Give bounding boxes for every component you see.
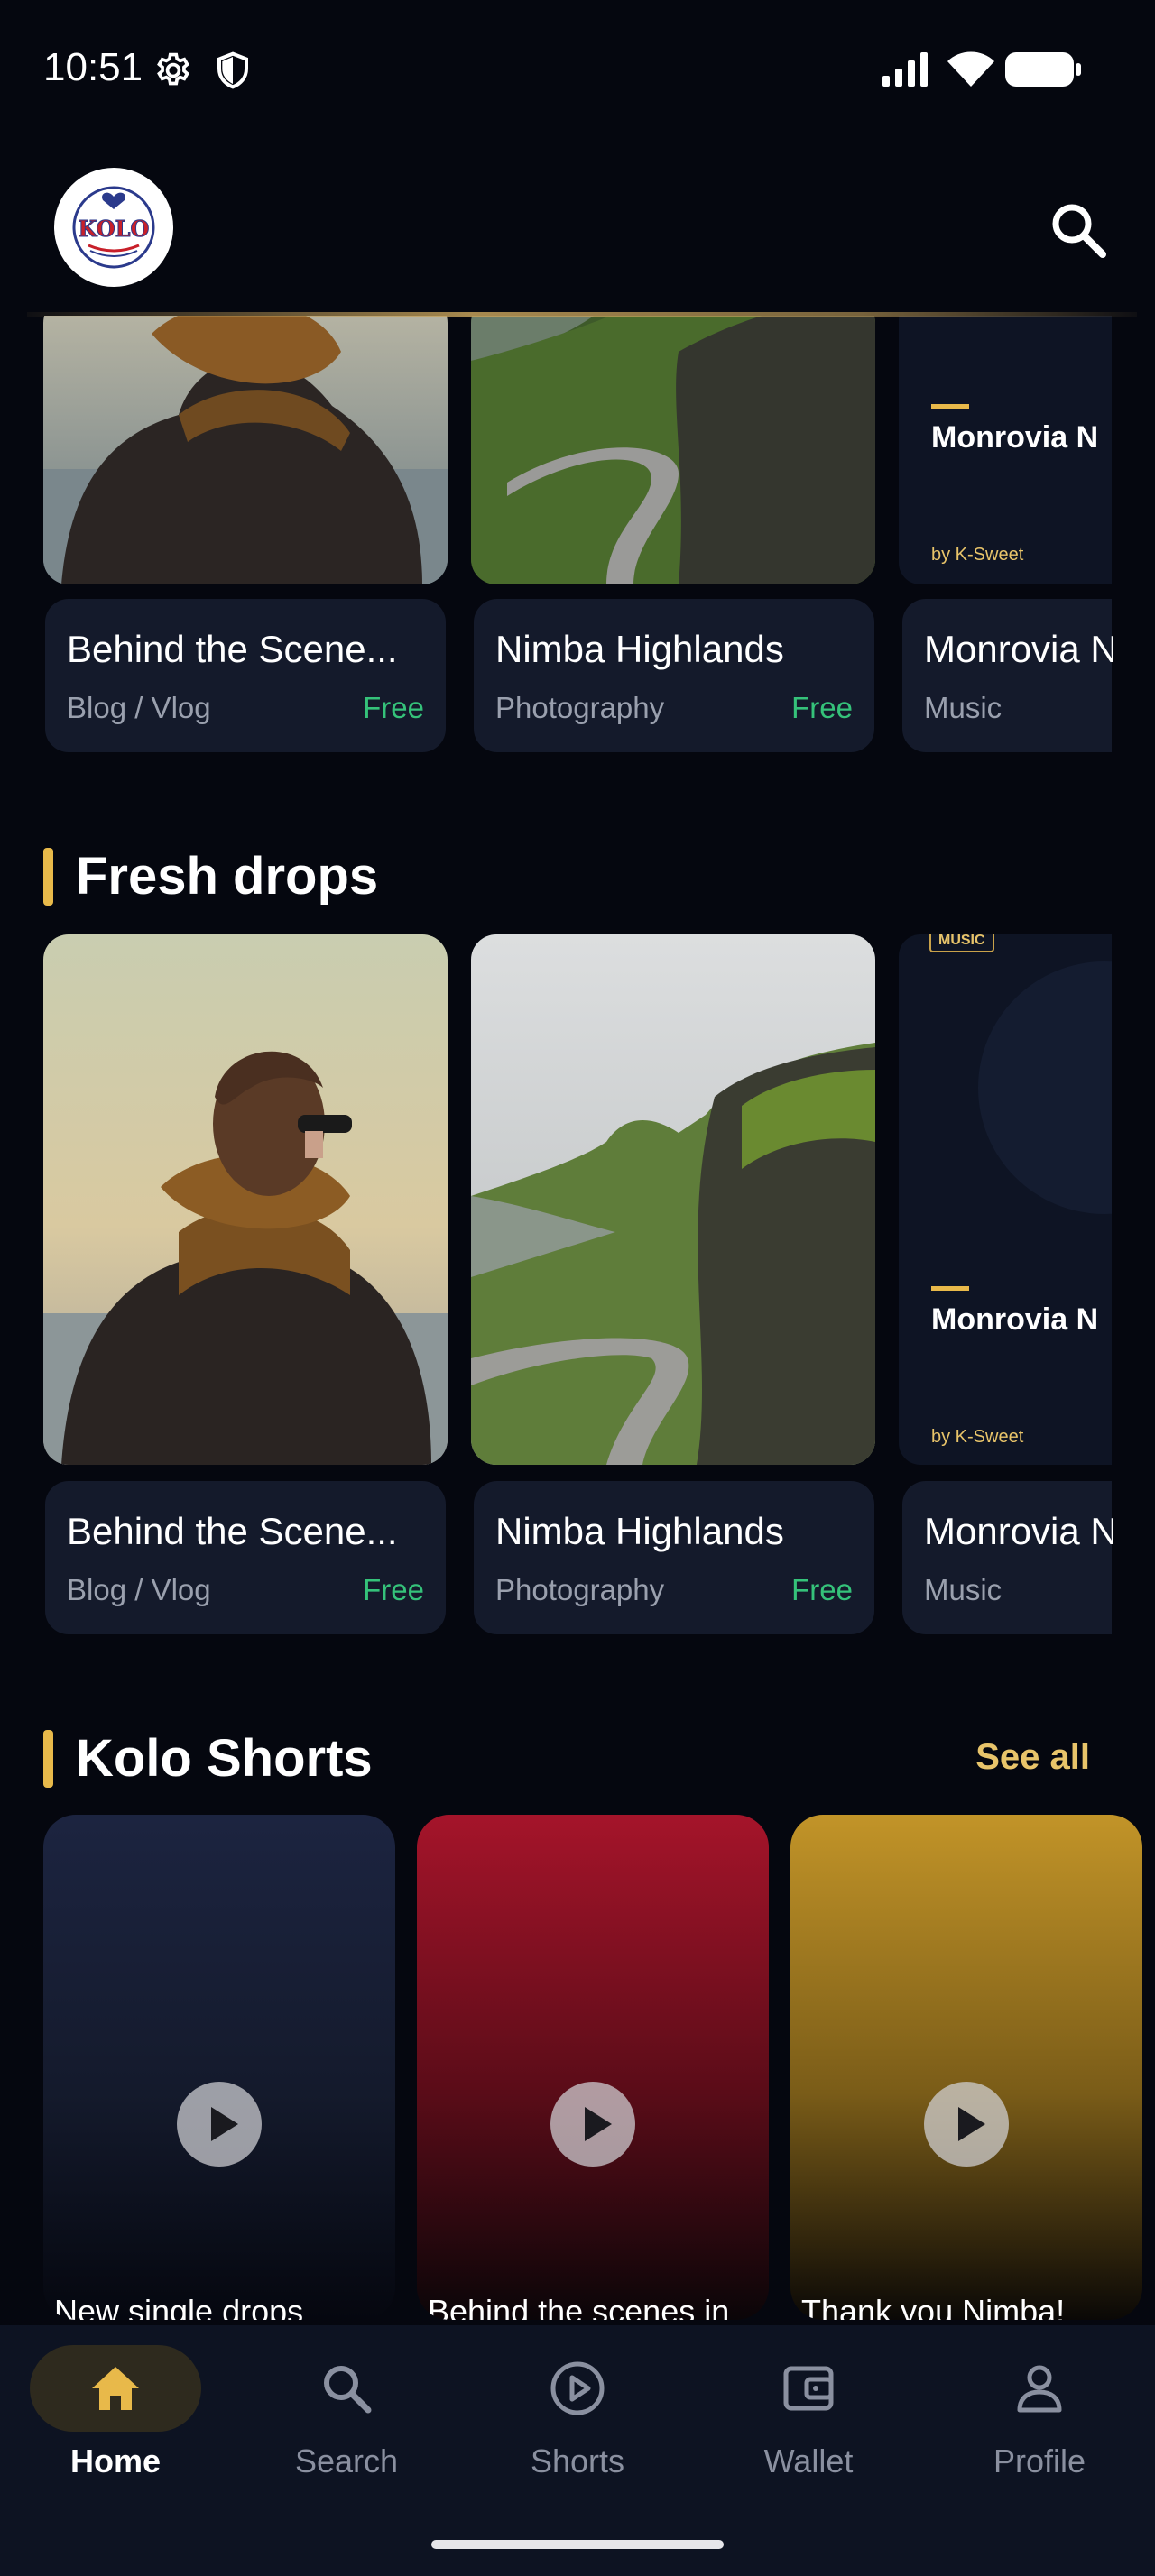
fresh-card-info-monrovia[interactable]: Monrovia N Music [902,1481,1113,1634]
logo-mark: KOLO [72,186,155,269]
fresh-card-image-monrovia[interactable]: MUSIC Monrovia N by K-Sweet [899,934,1112,1465]
card-category: Photography [495,1573,665,1606]
search-icon[interactable] [1047,198,1110,262]
top-card-image-monrovia[interactable]: Monrovia N by K-Sweet [899,298,1112,584]
nav-shorts[interactable]: Shorts [462,2325,693,2506]
poster-title: Monrovia N [931,1302,1099,1337]
home-icon [92,2367,139,2410]
card-title: Nimba Highlands [495,628,784,670]
card-title: Nimba Highlands [495,1510,784,1552]
wallet-icon [783,2366,834,2411]
short-card-new-single[interactable]: New single drops [43,1815,395,2320]
nav-profile[interactable]: Profile [924,2325,1155,2506]
wifi-icon [947,51,994,87]
header-divider [27,312,1137,317]
poster-circle-graphic [978,961,1112,1214]
poster-artist: by K-Sweet [931,1427,1024,1447]
card-category: Photography [495,691,665,724]
nav-label: Wallet [763,2443,854,2479]
short-title: New single drops [54,2293,304,2320]
search-icon [324,2366,372,2414]
battery-icon [1005,52,1081,87]
top-card-image-behind-the-scenes[interactable] [43,298,448,584]
status-bar: 10:51 [0,0,1155,135]
card-title: Behind the Scene... [67,628,398,670]
nav-label: Shorts [530,2443,625,2479]
fresh-card-image-nimba-highlands[interactable] [471,934,875,1465]
play-circle-icon [550,2361,605,2415]
shield-icon [217,51,248,89]
play-icon[interactable] [924,2082,1009,2167]
bottom-navigation: Home Search Shorts Wallet Profile [0,2325,1155,2576]
poster-accent-line [931,404,969,409]
top-card-info-behind-the-scenes[interactable]: Behind the Scene... Blog / Vlog Free [45,599,446,752]
profile-icon [1017,2365,1062,2413]
top-card-info-monrovia[interactable]: Monrovia N Music [902,599,1113,752]
person-photo [43,934,448,1465]
poster-title: Monrovia N [931,420,1099,455]
card-price: Free [363,691,424,724]
status-time: 10:51 [43,45,143,89]
play-icon[interactable] [550,2082,635,2167]
landscape-photo [471,298,875,584]
card-title: Behind the Scene... [67,1510,398,1552]
card-price: Free [791,1573,853,1606]
card-category: Blog / Vlog [67,691,211,724]
home-indicator[interactable] [431,2540,724,2549]
card-price: Free [363,1573,424,1606]
top-card-image-nimba-highlands[interactable] [471,298,875,584]
music-badge: MUSIC [929,934,994,952]
card-title: Monrovia N [924,628,1113,670]
card-category: Music [924,1573,1003,1606]
nav-home[interactable]: Home [0,2325,231,2506]
cell-signal-icon [882,52,928,87]
nav-label: Search [294,2443,399,2479]
card-category: Music [924,691,1003,724]
section-title-kolo-shorts: Kolo Shorts [76,1729,373,1788]
section-title-fresh-drops: Fresh drops [76,847,379,906]
nav-label: Home [69,2443,162,2479]
card-price: Free [791,691,853,724]
short-title: Thank you Nimba! [801,2293,1066,2320]
settings-icon [157,52,189,86]
logo-text: KOLO [79,216,150,242]
app-header: KOLO [0,135,1155,317]
fresh-card-info-behind-the-scenes[interactable]: Behind the Scene... Blog / Vlog Free [45,1481,446,1634]
nav-label: Profile [993,2443,1086,2479]
top-card-info-nimba-highlands[interactable]: Nimba Highlands Photography Free [474,599,874,752]
card-category: Blog / Vlog [67,1573,211,1606]
short-card-thank-you-nimba[interactable]: Thank you Nimba! [790,1815,1142,2320]
play-icon[interactable] [177,2082,262,2167]
poster-artist: by K-Sweet [931,545,1024,565]
fresh-card-image-behind-the-scenes[interactable] [43,934,448,1465]
nav-search[interactable]: Search [231,2325,462,2506]
card-title: Monrovia N [924,1510,1113,1552]
short-card-behind-the-scenes[interactable]: Behind the scenes in [417,1815,769,2320]
person-photo [43,298,448,584]
fresh-card-info-nimba-highlands[interactable]: Nimba Highlands Photography Free [474,1481,874,1634]
kolo-logo[interactable]: KOLO [54,168,173,287]
short-title: Behind the scenes in [428,2293,730,2320]
see-all-shorts-link[interactable]: See all [975,1737,1090,1778]
poster-accent-line [931,1286,969,1291]
nav-wallet[interactable]: Wallet [693,2325,924,2506]
landscape-photo [471,934,875,1465]
